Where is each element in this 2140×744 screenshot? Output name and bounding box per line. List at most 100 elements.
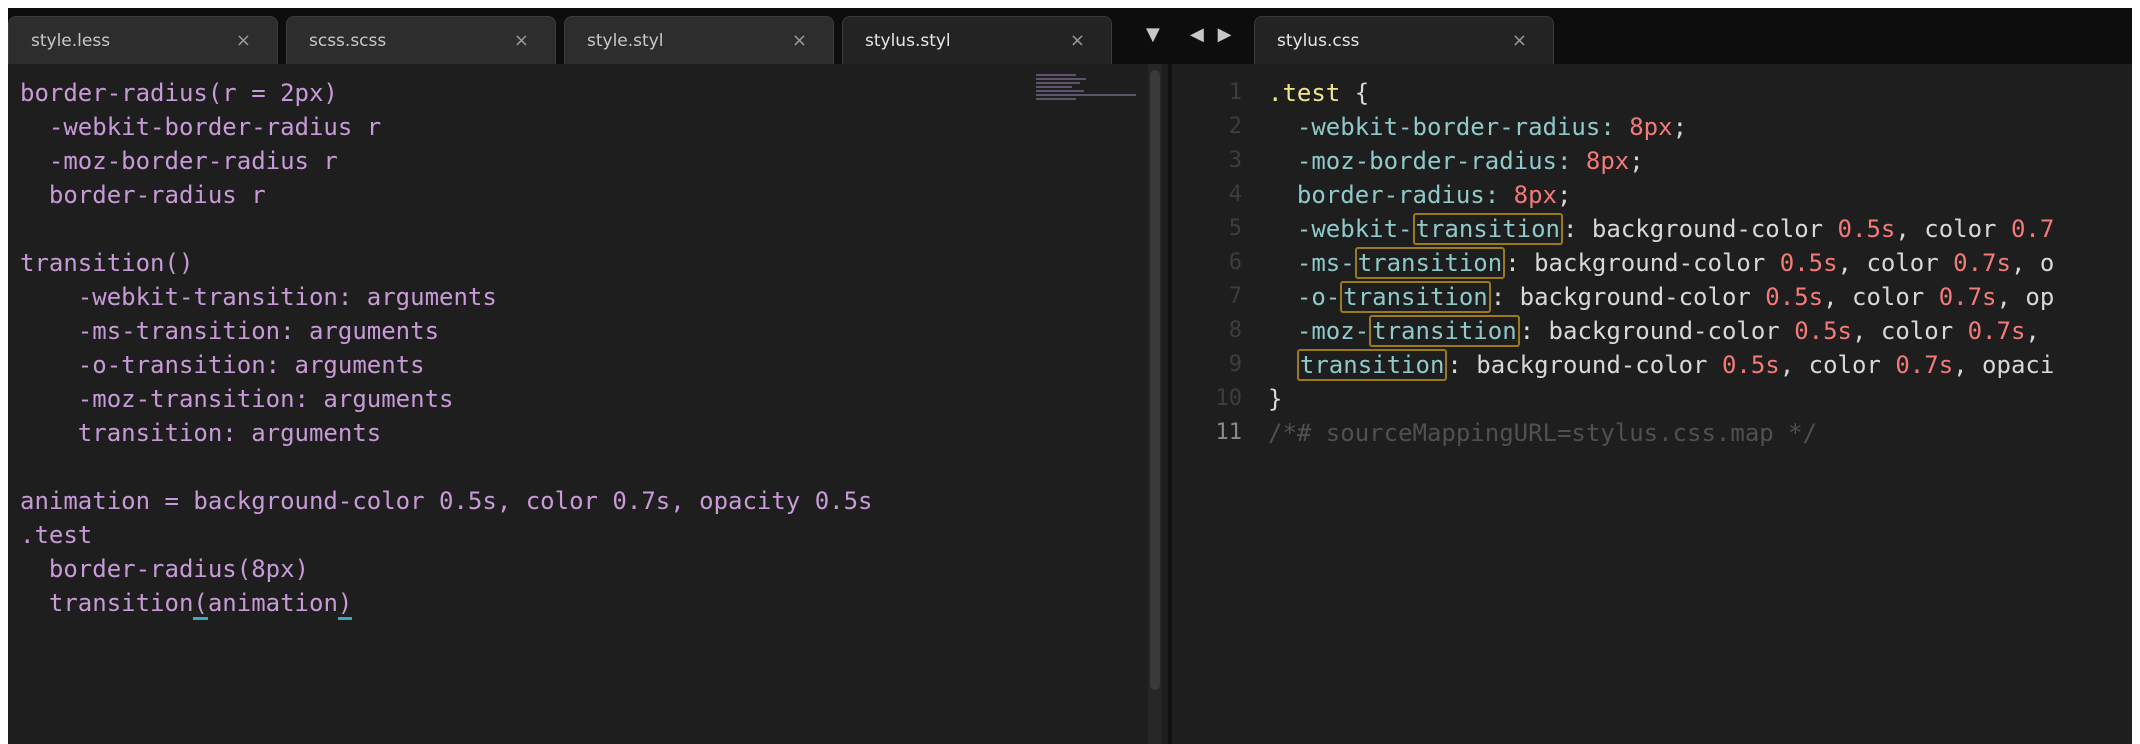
minimap-line	[1036, 78, 1086, 80]
minimap[interactable]	[1036, 74, 1140, 134]
tab-label: stylus.css	[1277, 31, 1360, 51]
css-number: 0.7s	[1967, 317, 2026, 345]
css-property: -webkit-	[1268, 215, 1413, 243]
css-value: : background-color	[1490, 283, 1766, 311]
code-line: -webkit-transition: background-color 0.5…	[1268, 212, 2054, 246]
css-number: 8px	[1513, 181, 1557, 209]
css-property: -moz-	[1268, 317, 1370, 345]
tab-stylus-styl[interactable]: stylus.styl ×	[842, 16, 1112, 64]
code-line: -o-transition: background-color 0.5s, co…	[1268, 280, 2054, 314]
css-value: : background-color	[1505, 249, 1780, 277]
line-number: 2	[1228, 114, 1242, 139]
css-number: 0.7s	[1938, 283, 1997, 311]
tab-bar: style.less × scss.scss × style.styl × st…	[8, 8, 2132, 64]
css-value: , o	[2010, 249, 2055, 277]
minimap-line	[1036, 86, 1072, 88]
css-property: -webkit-border-radius:	[1268, 113, 1630, 141]
close-icon[interactable]: ×	[1512, 17, 1527, 65]
code-line: -webkit-border-radius: 8px;	[1268, 110, 2054, 144]
css-property: -o-	[1268, 283, 1341, 311]
line-number: 3	[1228, 148, 1242, 173]
code-line: transition: arguments	[20, 419, 382, 447]
line-number-current: 11	[1215, 420, 1243, 445]
code-line: -webkit-border-radius r	[20, 113, 382, 141]
minimap-line	[1036, 94, 1136, 96]
css-value: , color	[1823, 283, 1939, 311]
line-number: 1	[1228, 80, 1242, 105]
scrollbar-thumb[interactable]	[1150, 70, 1160, 690]
close-icon[interactable]: ×	[792, 17, 807, 65]
code-line: -ms-transition: background-color 0.5s, c…	[1268, 246, 2054, 280]
css-value: , color	[1852, 317, 1968, 345]
tab-label: scss.scss	[309, 31, 387, 51]
code-line: -moz-transition: background-color 0.5s, …	[1268, 314, 2054, 348]
highlighted-match: transition	[1412, 213, 1563, 245]
matching-paren: )	[337, 589, 353, 620]
css-property	[1268, 351, 1297, 379]
css-value: , op	[1996, 283, 2055, 311]
code-line: /*# sourceMappingURL=stylus.css.map */	[1268, 416, 2054, 450]
css-number: 0.7s	[1895, 351, 1954, 379]
code-line: border-radius(8px)	[20, 555, 309, 583]
css-number: 0.7	[2010, 215, 2055, 243]
css-value: , opaci	[1953, 351, 2055, 379]
semicolon: ;	[1557, 181, 1572, 209]
line-number: 7	[1228, 284, 1242, 309]
code-line: -ms-transition: arguments	[20, 317, 440, 345]
code-token: animation	[207, 589, 338, 617]
css-selector: .test	[1268, 79, 1341, 107]
tab-stylus-css[interactable]: stylus.css ×	[1254, 16, 1554, 64]
code-line: border-radius(r = 2px)	[20, 79, 338, 107]
pane-nav-arrows-icon[interactable]: ◀ ▶	[1190, 24, 1235, 45]
close-icon[interactable]: ×	[514, 17, 529, 65]
css-property: border-radius:	[1268, 181, 1514, 209]
code-line: -webkit-transition: arguments	[20, 283, 497, 311]
highlighted-match: transition	[1340, 281, 1491, 313]
minimap-line	[1036, 82, 1080, 84]
highlighted-match: transition	[1296, 349, 1448, 381]
code-line: border-radius r	[20, 181, 266, 209]
code-line: -moz-border-radius r	[20, 147, 338, 175]
css-number: 8px	[1585, 147, 1630, 175]
tab-style-less[interactable]: style.less ×	[8, 16, 278, 64]
line-number-gutter: 1 2 3 4 5 6 7 8 9 10 11	[1172, 76, 1243, 450]
css-value: , color	[1779, 351, 1896, 379]
tab-label: style.styl	[587, 31, 664, 51]
css-value: : background-color	[1447, 351, 1722, 379]
code-line: animation = background-color 0.5s, color…	[20, 487, 873, 515]
css-value: , color	[1837, 249, 1954, 277]
left-editor-pane[interactable]: border-radius(r = 2px) -webkit-border-ra…	[8, 64, 1172, 744]
code-line: transition: background-color 0.5s, color…	[1268, 348, 2054, 382]
code-line: transition()	[20, 249, 194, 277]
tab-scss-scss[interactable]: scss.scss ×	[286, 16, 556, 64]
compiled-css-code[interactable]: .test { -webkit-border-radius: 8px; -moz…	[1268, 76, 2054, 450]
code-line: -moz-border-radius: 8px;	[1268, 144, 2054, 178]
close-icon[interactable]: ×	[1070, 17, 1085, 65]
line-number: 10	[1215, 386, 1243, 411]
close-icon[interactable]: ×	[236, 17, 251, 65]
css-number: 0.5s	[1794, 317, 1852, 345]
stylus-source-code[interactable]: border-radius(r = 2px) -webkit-border-ra…	[20, 76, 873, 620]
minimap-line	[1036, 74, 1076, 76]
editor-window: style.less × scss.scss × style.styl × st…	[8, 8, 2132, 744]
css-value: ,	[2025, 317, 2040, 345]
code-line: }	[1268, 382, 2054, 416]
line-number: 6	[1228, 250, 1242, 275]
minimap-line	[1036, 98, 1076, 100]
right-editor-pane[interactable]: 1 2 3 4 5 6 7 8 9 10 11 .test { -webkit-border-rad…	[1172, 64, 2132, 744]
minimap-line	[1036, 90, 1084, 92]
tab-style-styl[interactable]: style.styl ×	[564, 16, 834, 64]
css-number: 0.5s	[1779, 249, 1838, 277]
semicolon: ;	[1629, 147, 1644, 175]
highlighted-match: transition	[1369, 315, 1520, 347]
css-value: : background-color	[1563, 215, 1838, 243]
open-brace: {	[1340, 79, 1370, 107]
line-number: 5	[1228, 216, 1242, 241]
css-value: : background-color	[1519, 317, 1795, 345]
vertical-scrollbar[interactable]	[1148, 64, 1162, 744]
css-value: , color	[1895, 215, 2011, 243]
tab-list-dropdown-icon[interactable]: ▼	[1146, 24, 1160, 45]
code-line: -moz-transition: arguments	[20, 385, 454, 413]
code-line-empty	[20, 212, 873, 246]
line-number: 9	[1228, 352, 1242, 377]
